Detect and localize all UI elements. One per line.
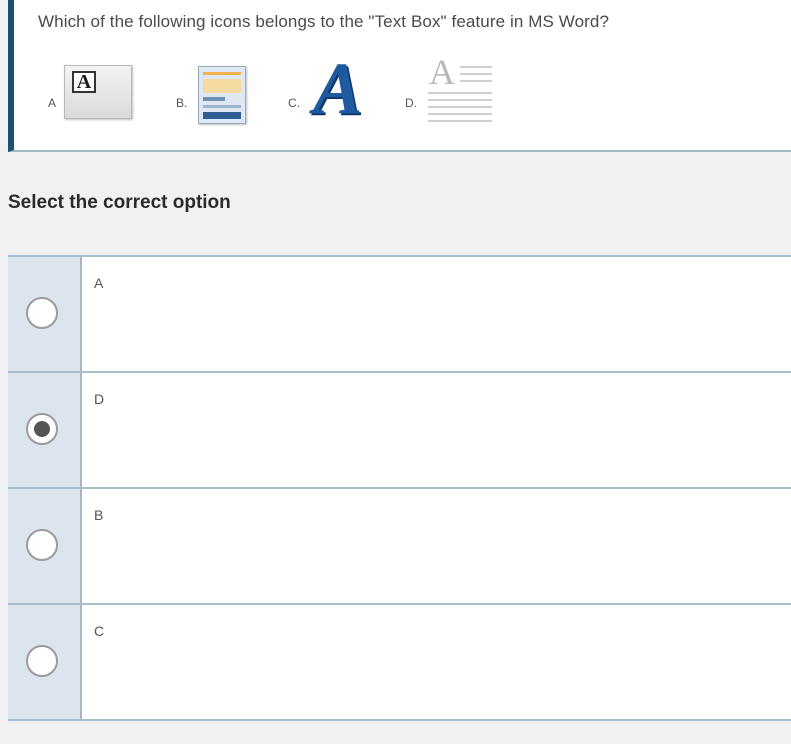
icon-option-label-a: A (48, 96, 57, 110)
option-row-c[interactable]: C (8, 605, 791, 721)
radio-button[interactable] (26, 529, 58, 561)
radio-button-selected[interactable] (26, 413, 58, 445)
text-box-a-icon: A (64, 65, 132, 119)
option-label: B (94, 507, 104, 523)
question-card: Which of the following icons belongs to … (8, 0, 791, 152)
text-align-a-icon: A (426, 54, 494, 128)
option-label: C (94, 623, 105, 639)
radio-button[interactable] (26, 297, 58, 329)
icon-option-label-d: D. (405, 96, 417, 110)
radio-selected-dot (34, 421, 50, 437)
radio-button[interactable] (26, 645, 58, 677)
option-row-d[interactable]: D (8, 373, 791, 489)
radio-gutter (8, 257, 82, 371)
option-label: D (94, 391, 105, 407)
text-box-letter: A (72, 71, 96, 93)
select-option-prompt: Select the correct option (8, 192, 231, 213)
option-row-a[interactable]: A (8, 257, 791, 373)
quick-parts-page-icon (198, 66, 246, 124)
question-text: Which of the following icons belongs to … (38, 12, 609, 31)
icon-option-label-c: C. (288, 96, 300, 110)
radio-gutter (8, 489, 82, 603)
option-label: A (94, 275, 104, 291)
text-align-letter: A (429, 52, 455, 92)
radio-gutter (8, 605, 82, 719)
wordart-a-icon: A (313, 48, 363, 130)
answer-options: A D B C (8, 255, 791, 725)
option-row-b[interactable]: B (8, 489, 791, 605)
radio-gutter (8, 373, 82, 487)
icon-option-label-b: B. (176, 96, 188, 110)
